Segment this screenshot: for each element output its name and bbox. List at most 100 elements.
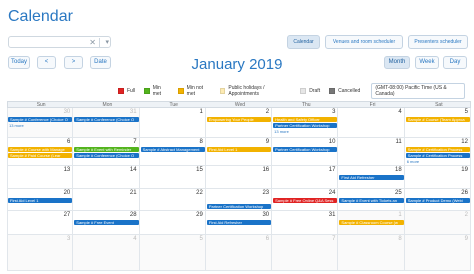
day-number: 8 [199, 139, 203, 145]
calendar-event[interactable]: First Aid Refresher [339, 175, 404, 180]
day-number: 20 [63, 190, 71, 196]
day-cell[interactable]: 11 [338, 138, 405, 166]
day-number: 11 [395, 139, 402, 145]
day-number: 25 [395, 190, 402, 196]
calendar-event[interactable]: First Aid Level 1 [8, 198, 73, 203]
calendar-event[interactable]: Sample # Conference (Choice O [74, 117, 139, 122]
day-cell[interactable]: 10 [272, 138, 339, 166]
calendar-event[interactable]: Partner Certification Workshop [206, 204, 272, 209]
calendar-event[interactable]: Sample # Conference (Choice O [74, 153, 139, 158]
day-cell[interactable]: 7 [272, 235, 339, 271]
day-cell[interactable]: 8 [338, 235, 405, 271]
day-cell[interactable]: 13 [7, 166, 74, 189]
day-cell[interactable]: 8 [139, 138, 206, 166]
day-cell[interactable]: 19 [404, 166, 471, 189]
tab-presenters-scheduler[interactable]: Presenters scheduler [408, 35, 468, 49]
search-input[interactable]: ✕ ▾ [8, 36, 111, 48]
timezone-select[interactable]: (GMT-08:00) Pacific Time (US & Canada) [371, 83, 465, 99]
calendar-event[interactable]: Sample # Event with Tickets an [339, 198, 404, 203]
legend-item-cancelled: Cancelled [329, 88, 360, 94]
close-icon[interactable]: ✕ [89, 37, 96, 48]
day-number: 30 [63, 109, 71, 115]
tab-calendar[interactable]: Calendar [287, 35, 320, 49]
day-cell[interactable]: 17 [272, 166, 339, 189]
day-cell[interactable]: 31 [73, 108, 140, 138]
day-number: 21 [129, 190, 137, 196]
calendar-event[interactable]: Sample # Course with Manage [8, 147, 73, 152]
day-cell[interactable]: 14 [73, 166, 140, 189]
day-number: 27 [63, 212, 71, 218]
day-number: 8 [398, 236, 402, 242]
day-number: 7 [332, 236, 336, 242]
day-number: 24 [328, 190, 336, 196]
legend-swatch [178, 88, 184, 94]
day-cell[interactable]: 7 [73, 138, 140, 166]
more-events-link[interactable]: 13 more [274, 129, 289, 134]
calendar-event[interactable]: Sample # Event with Reminder [74, 147, 139, 152]
day-cell[interactable]: 31 [272, 211, 339, 235]
day-number: 23 [262, 190, 270, 196]
day-cell[interactable]: 2 [205, 108, 273, 138]
calendar-event[interactable]: Partner Certification Workshop [273, 147, 338, 152]
legend-swatch [118, 88, 124, 94]
day-cell[interactable]: 16 [205, 166, 273, 189]
calendar-event[interactable]: Sample # Certification Process [405, 147, 470, 152]
calendar-event[interactable]: Sample # Classroom Course (w [339, 220, 404, 225]
day-cell[interactable]: 27 [7, 211, 74, 235]
legend-item-min-not-met: Min not met [178, 85, 211, 97]
day-number: 13 [63, 167, 71, 173]
day-cell[interactable]: 5 [139, 235, 206, 271]
day-cell[interactable]: 5 [404, 108, 471, 138]
view-week-button[interactable]: Week [415, 56, 439, 69]
day-cell[interactable]: 4 [338, 108, 405, 138]
day-cell[interactable]: 22 [139, 189, 206, 211]
day-cell[interactable]: 9 [404, 235, 471, 271]
day-number: 19 [461, 167, 468, 173]
day-number: 6 [265, 236, 270, 242]
calendar-event[interactable]: Sample # Free Event [74, 220, 139, 225]
tab-venues-room-scheduler[interactable]: Venues and room scheduler [325, 35, 403, 49]
calendar-event[interactable]: Sample # Free Online Q&A Sess [273, 198, 338, 203]
calendar-event[interactable]: First Aid Refresher [206, 220, 272, 225]
day-number: 3 [332, 109, 336, 115]
calendar-event[interactable]: Sample # Conference (Choice O [8, 117, 73, 122]
day-cell[interactable]: 6 [7, 138, 74, 166]
calendar-event[interactable]: Health and Safety Officer [273, 117, 338, 122]
calendar-event[interactable]: First Aid Level 1 [206, 147, 272, 152]
calendar-event[interactable]: Partner Certification Workshop [273, 123, 338, 128]
legend-swatch [219, 88, 226, 94]
legend-swatch [329, 88, 336, 94]
page-title: Calendar [8, 8, 73, 25]
chevron-down-icon[interactable]: ▾ [105, 37, 109, 48]
legend-swatch [144, 88, 150, 94]
day-cell[interactable]: 15 [139, 166, 206, 189]
day-number: 1 [199, 109, 203, 115]
legend-item-draft: Draft [300, 88, 320, 94]
weekday-header: Sun Mon Tue Wed Thu Fri Sat [7, 101, 471, 108]
calendar-event[interactable]: Empowering Your People [206, 117, 272, 122]
day-number: 2 [464, 212, 468, 218]
calendar-event[interactable]: Sample # Certification Process [405, 153, 470, 158]
day-cell[interactable]: 2 [404, 211, 471, 235]
view-day-button[interactable]: Day [443, 56, 467, 69]
day-cell[interactable]: 3 [7, 235, 74, 271]
day-cell[interactable]: 6 [205, 235, 273, 271]
divider [99, 38, 100, 47]
calendar-event[interactable]: Sample # Paid Course (Lear [8, 153, 73, 158]
day-number: 7 [133, 139, 137, 145]
day-number: 10 [328, 139, 336, 145]
more-events-link[interactable]: 13 more [9, 123, 24, 128]
legend-swatch [300, 88, 307, 94]
calendar-event[interactable]: Sample # Product Demo (Webi [405, 198, 470, 203]
view-month-button[interactable]: Month [384, 56, 410, 69]
calendar-event[interactable]: Sample # Course (Team Approa [405, 117, 470, 122]
day-number: 12 [461, 139, 468, 145]
day-number: 17 [328, 167, 336, 173]
calendar-event[interactable]: Sample # Abstract Management [140, 147, 205, 152]
day-cell[interactable]: 29 [139, 211, 206, 235]
day-cell[interactable]: 1 [139, 108, 206, 138]
more-events-link[interactable]: 6 more [407, 159, 419, 164]
day-cell[interactable]: 21 [73, 189, 140, 211]
day-cell[interactable]: 4 [73, 235, 140, 271]
day-cell[interactable]: 9 [205, 138, 273, 166]
